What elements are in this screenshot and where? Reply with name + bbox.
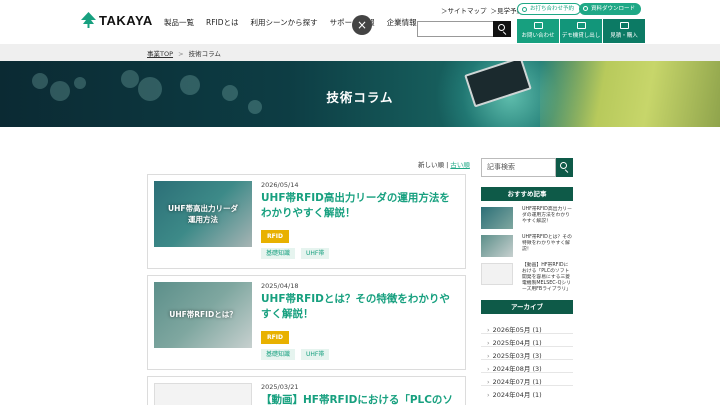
chevron-right-icon: ›: [487, 391, 490, 399]
article-date: 2025/03/21: [261, 383, 299, 391]
logo-text: TAKAYA: [99, 12, 153, 28]
recommended-thumbnail: [481, 207, 513, 229]
site-header: TAKAYA 製品一覧 RFIDとは 利用シーンから探す サポート情報 企業情報…: [0, 0, 720, 44]
archive-heading: アーカイブ: [481, 300, 573, 314]
article-card[interactable]: UHF帯RFIDとは？ 2025/04/18 UHF帯RFIDとは？その特徴をわ…: [147, 275, 466, 370]
sort-controls: 新しい順 | 古い順: [418, 159, 470, 169]
article-search-button[interactable]: [556, 158, 573, 177]
calendar-icon: [522, 7, 527, 12]
recommended-title[interactable]: UHF帯RFIDとは？その特徴をわかりやすく解説！: [522, 235, 573, 253]
takaya-logo[interactable]: TAKAYA: [81, 12, 153, 28]
tree-logo-icon: [81, 12, 96, 28]
category-badge[interactable]: RFID: [261, 230, 289, 243]
sort-divider: |: [446, 161, 449, 169]
breadcrumb-separator: >: [178, 50, 184, 58]
article-title[interactable]: UHF帯RFID高出力リーダの運用方法をわかりやすく解説！: [261, 191, 459, 221]
demo-rental-label: デモ機貸し出し: [561, 33, 601, 39]
device-icon: [576, 22, 586, 29]
download-label: 資料ダウンロード: [591, 6, 636, 12]
recommended-item[interactable]: UHF帯RFID高出力リーダの運用方法をわかりやすく解説！: [481, 207, 573, 231]
divider: [481, 359, 573, 360]
demo-rental-button[interactable]: デモ機貸し出し: [560, 19, 602, 43]
archive-item[interactable]: › 2024年04月 (1): [487, 389, 542, 399]
site-search-button[interactable]: [493, 21, 511, 37]
article-thumbnail[interactable]: [154, 383, 252, 405]
recommended-heading: おすすめ記事: [481, 187, 573, 201]
quote-purchase-button[interactable]: 見積・購入: [603, 19, 645, 43]
archive-label: 2024年04月 (1): [492, 391, 542, 399]
close-button[interactable]: ×: [352, 15, 372, 35]
hero-banner: 技術コラム: [0, 61, 720, 127]
article-thumbnail[interactable]: UHF帯高出力リーダ 運用方法: [154, 181, 252, 247]
phone-icon: [533, 22, 543, 29]
download-button[interactable]: 資料ダウンロード: [579, 3, 642, 15]
meeting-reservation-button[interactable]: お打ち合わせ予約: [517, 3, 582, 15]
nav-company[interactable]: 企業情報: [387, 17, 417, 28]
search-icon: [560, 162, 567, 169]
breadcrumb-bar: 事業TOP > 技術コラム: [0, 44, 720, 61]
breadcrumb: 事業TOP > 技術コラム: [147, 48, 221, 58]
article-thumbnail[interactable]: UHF帯RFIDとは？: [154, 282, 252, 348]
divider: [481, 333, 573, 334]
recommended-thumbnail: [481, 263, 513, 285]
recommended-title[interactable]: UHF帯RFID高出力リーダの運用方法をわかりやすく解説！: [522, 207, 573, 225]
divider: [481, 372, 573, 373]
recommended-title[interactable]: 【動画】HF帯RFIDにおける「PLCのソフト開発を容易にする三菱電機製MELS…: [522, 263, 573, 293]
article-title[interactable]: UHF帯RFIDとは？その特徴をわかりやすく解説！: [261, 292, 459, 322]
sort-newest[interactable]: 新しい順: [418, 161, 444, 169]
category-badge[interactable]: RFID: [261, 331, 289, 344]
article-date: 2026/05/14: [261, 181, 299, 189]
cart-icon: [619, 22, 629, 29]
recommended-item[interactable]: UHF帯RFIDとは？その特徴をわかりやすく解説！: [481, 235, 573, 259]
nav-scenes[interactable]: 利用シーンから探す: [251, 17, 318, 28]
sort-oldest[interactable]: 古い順: [450, 161, 470, 169]
thumbnail-caption: UHF帯RFIDとは？: [169, 310, 237, 319]
recommended-item[interactable]: 【動画】HF帯RFIDにおける「PLCのソフト開発を容易にする三菱電機製MELS…: [481, 263, 573, 292]
nav-rfid[interactable]: RFIDとは: [206, 17, 239, 28]
search-icon: [498, 24, 505, 31]
divider: [481, 346, 573, 347]
article-date: 2025/04/18: [261, 282, 299, 290]
divider: [481, 385, 573, 386]
download-icon: [583, 6, 588, 11]
global-nav: 製品一覧 RFIDとは 利用シーンから探す サポート情報 企業情報: [164, 17, 429, 28]
article-card[interactable]: 2025/03/21 【動画】HF帯RFIDにおける「PLCのソ: [147, 376, 466, 405]
tag-uhf[interactable]: UHF帯: [301, 248, 330, 259]
article-card[interactable]: UHF帯高出力リーダ 運用方法 2026/05/14 UHF帯RFID高出力リーダ…: [147, 174, 466, 269]
tag-basics[interactable]: 基礎知識: [261, 248, 296, 259]
quote-purchase-label: 見積・購入: [610, 33, 638, 39]
article-title[interactable]: 【動画】HF帯RFIDにおける「PLCのソ: [261, 393, 459, 405]
meeting-reservation-label: お打ち合わせ予約: [530, 6, 575, 12]
contact-button[interactable]: お問い合わせ: [517, 19, 559, 43]
breadcrumb-current: 技術コラム: [188, 50, 221, 58]
sitemap-link[interactable]: ＞サイトマップ: [441, 5, 487, 15]
tag-basics[interactable]: 基礎知識: [261, 349, 296, 360]
utility-links: ＞サイトマップ ＞見学予約: [441, 5, 523, 15]
tag-list: 基礎知識 UHF帯: [261, 248, 330, 259]
page-title: 技術コラム: [326, 90, 394, 105]
recommended-thumbnail: [481, 235, 513, 257]
tag-list: 基礎知識 UHF帯: [261, 349, 330, 360]
article-search-input[interactable]: 記事検索: [481, 158, 556, 177]
tag-uhf[interactable]: UHF帯: [301, 349, 330, 360]
nav-products[interactable]: 製品一覧: [164, 17, 194, 28]
contact-label: お問い合わせ: [521, 33, 555, 39]
breadcrumb-home-link[interactable]: 事業TOP: [147, 50, 173, 58]
thumbnail-caption: UHF帯高出力リーダ 運用方法: [168, 204, 238, 224]
